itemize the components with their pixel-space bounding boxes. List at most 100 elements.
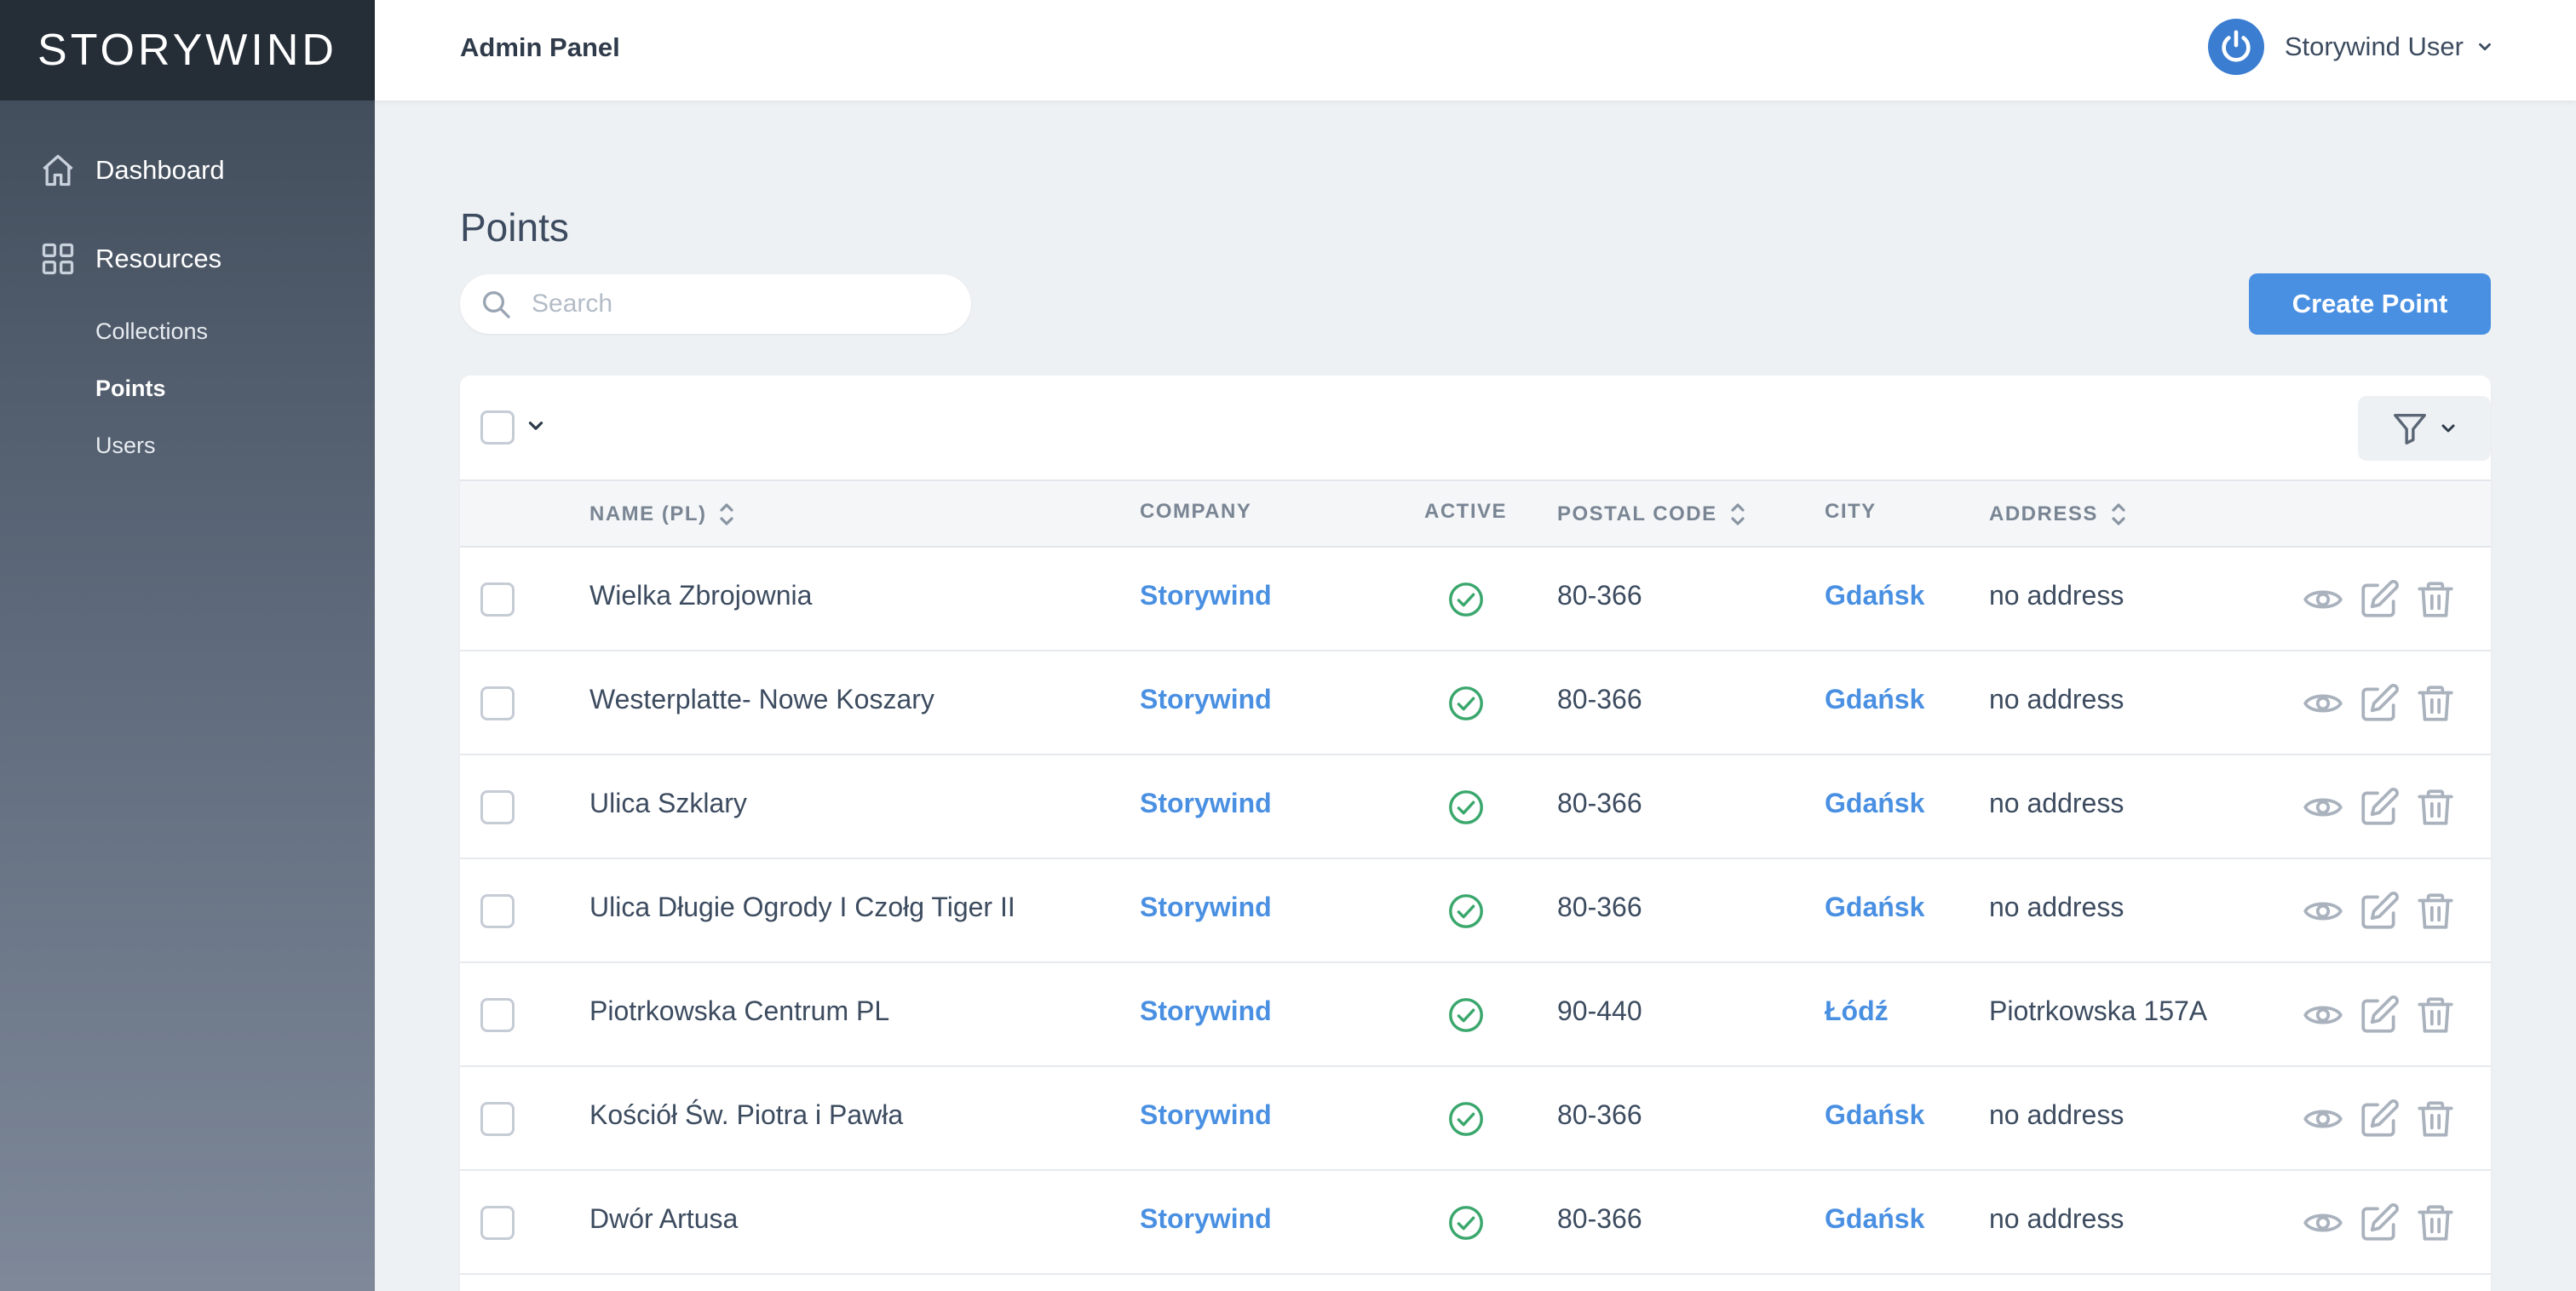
point-name: Westerplatte- Nowe Koszary	[589, 684, 934, 714]
chevron-down-icon	[2441, 424, 2455, 433]
sort-icon[interactable]	[1729, 500, 1746, 529]
address: no address	[1989, 788, 2125, 818]
edit-icon[interactable]	[2358, 578, 2401, 621]
trash-icon[interactable]	[2414, 578, 2457, 621]
company-link[interactable]: Storywind	[1140, 788, 1272, 819]
city-link[interactable]: Łódź	[1825, 996, 1889, 1027]
postal-code: 90-440	[1557, 996, 1642, 1026]
table-row: Piotrkowska Centrum PL Storywind 90-440 …	[460, 963, 2491, 1067]
company-link[interactable]: Storywind	[1140, 996, 1272, 1027]
sidebar-item-dashboard[interactable]: Dashboard	[39, 152, 225, 189]
eye-icon[interactable]	[2302, 994, 2344, 1036]
point-name: Piotrkowska Centrum PL	[589, 996, 890, 1026]
avatar	[2207, 19, 2264, 75]
row-actions	[2302, 786, 2470, 829]
check-circle-icon	[1446, 684, 1486, 727]
address: no address	[1989, 1099, 2125, 1130]
company-link[interactable]: Storywind	[1140, 1203, 1272, 1235]
trash-icon[interactable]	[2414, 994, 2457, 1036]
eye-icon[interactable]	[2302, 786, 2344, 829]
table-row: Westerplatte- Nowe Koszary Storywind 80-…	[460, 651, 2491, 755]
company-link[interactable]: Storywind	[1140, 580, 1272, 611]
select-all-checkbox[interactable]	[480, 410, 515, 445]
row-checkbox[interactable]	[480, 582, 515, 617]
company-link[interactable]: Storywind	[1140, 1099, 1272, 1131]
company-link[interactable]: Storywind	[1140, 892, 1272, 923]
trash-icon[interactable]	[2414, 890, 2457, 932]
eye-icon[interactable]	[2302, 1202, 2344, 1244]
edit-icon[interactable]	[2358, 682, 2401, 725]
city-link[interactable]: Gdańsk	[1825, 1203, 1924, 1235]
top-header: Admin Panel Storywind User	[375, 0, 2576, 100]
table-toolbar	[460, 376, 2491, 479]
sidebar-item-users[interactable]: Users	[95, 433, 156, 459]
eye-icon[interactable]	[2302, 682, 2344, 725]
power-icon	[2222, 30, 2251, 62]
postal-code: 80-366	[1557, 580, 1642, 611]
city-link[interactable]: Gdańsk	[1825, 684, 1924, 715]
eye-icon[interactable]	[2302, 1098, 2344, 1140]
postal-code: 80-366	[1557, 892, 1642, 922]
brand-logo[interactable]: STORYWIND	[0, 0, 375, 100]
trash-icon[interactable]	[2414, 1098, 2457, 1140]
sidebar-item-label: Dashboard	[95, 155, 225, 185]
sort-icon[interactable]	[2110, 500, 2127, 529]
sidebar-item-points[interactable]: Points	[95, 376, 166, 402]
trash-icon[interactable]	[2414, 682, 2457, 725]
grid-icon	[39, 240, 77, 278]
column-address[interactable]: ADDRESS	[1989, 500, 2127, 529]
city-link[interactable]: Gdańsk	[1825, 1099, 1924, 1131]
search-input[interactable]	[532, 290, 940, 318]
sort-icon[interactable]	[718, 500, 735, 529]
edit-icon[interactable]	[2358, 994, 2401, 1036]
city-link[interactable]: Gdańsk	[1825, 580, 1924, 611]
sidebar-item-resources[interactable]: Resources	[39, 240, 221, 278]
address: no address	[1989, 580, 2125, 611]
table-row: Wielka Zbrojownia Storywind 80-366 Gdańs…	[460, 548, 2491, 651]
point-name: Dwór Artusa	[589, 1203, 739, 1234]
city-link[interactable]: Gdańsk	[1825, 892, 1924, 923]
create-point-button[interactable]: Create Point	[2249, 273, 2491, 335]
home-icon	[39, 152, 77, 189]
row-actions	[2302, 994, 2470, 1036]
user-name: Storywind User	[2284, 32, 2464, 61]
eye-icon[interactable]	[2302, 578, 2344, 621]
point-name: Kościół Św. Piotra i Pawła	[589, 1099, 904, 1130]
edit-icon[interactable]	[2358, 890, 2401, 932]
check-circle-icon	[1446, 996, 1486, 1039]
filter-button[interactable]	[2358, 396, 2491, 461]
trash-icon[interactable]	[2414, 1202, 2457, 1244]
sidebar-item-collections[interactable]: Collections	[95, 318, 208, 345]
row-actions	[2302, 1098, 2470, 1140]
column-postal-code[interactable]: POSTAL CODE	[1557, 500, 1746, 529]
address: no address	[1989, 1203, 2125, 1234]
column-company: COMPANY	[1140, 500, 1252, 523]
edit-icon[interactable]	[2358, 1202, 2401, 1244]
column-label: NAME (PL)	[589, 502, 707, 525]
points-table-card: NAME (PL) COMPANY ACTIVE POSTAL CODE CIT…	[460, 376, 2491, 1291]
row-checkbox[interactable]	[480, 894, 515, 928]
user-menu[interactable]: Storywind User	[2207, 19, 2494, 75]
edit-icon[interactable]	[2358, 1098, 2401, 1140]
postal-code: 80-366	[1557, 684, 1642, 714]
sidebar-item-label: Resources	[95, 244, 222, 273]
row-checkbox[interactable]	[480, 998, 515, 1032]
row-checkbox[interactable]	[480, 1206, 515, 1240]
check-circle-icon	[1446, 1099, 1486, 1143]
header-title: Admin Panel	[460, 32, 620, 62]
table-row: Dwór Artusa Storywind 80-366 Gdańsk no a…	[460, 1171, 2491, 1275]
edit-icon[interactable]	[2358, 786, 2401, 829]
trash-icon[interactable]	[2414, 786, 2457, 829]
postal-code: 80-366	[1557, 788, 1642, 818]
eye-icon[interactable]	[2302, 890, 2344, 932]
bulk-actions-chevron-icon[interactable]	[525, 415, 547, 441]
column-city: CITY	[1825, 500, 1877, 523]
column-name[interactable]: NAME (PL)	[589, 500, 735, 529]
city-link[interactable]: Gdańsk	[1825, 788, 1924, 819]
row-checkbox[interactable]	[480, 1102, 515, 1136]
chevron-down-icon	[2479, 43, 2491, 51]
row-checkbox[interactable]	[480, 686, 515, 720]
row-checkbox[interactable]	[480, 790, 515, 824]
address: no address	[1989, 892, 2125, 922]
company-link[interactable]: Storywind	[1140, 684, 1272, 715]
